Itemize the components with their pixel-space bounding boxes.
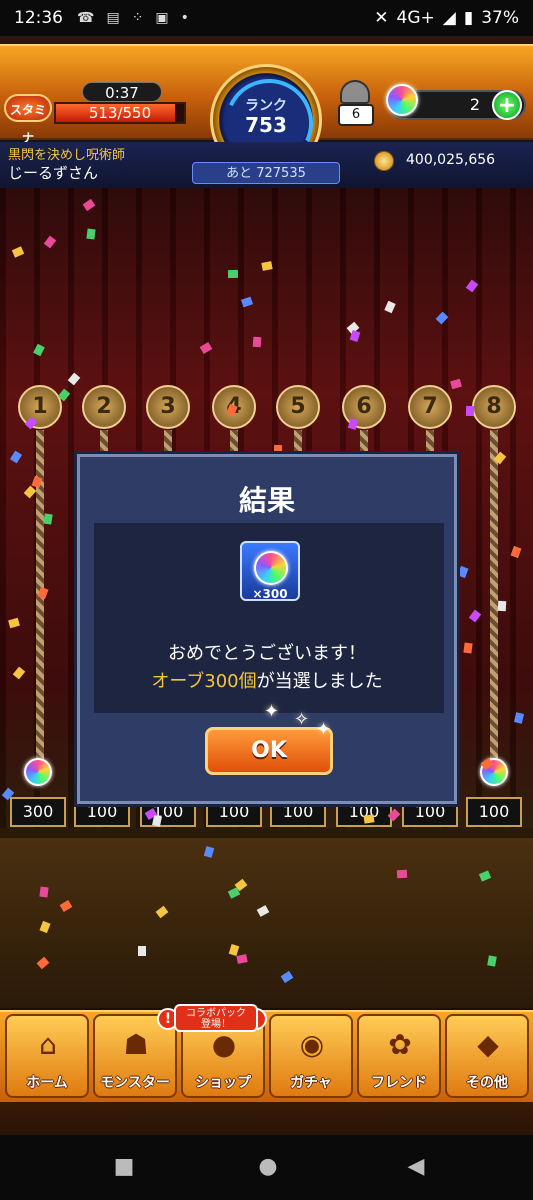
lamp-icon (340, 80, 370, 104)
photo-icon: ▣ (155, 10, 169, 26)
rank-next-exp: あと 727535 (192, 162, 340, 184)
nav-label: ホーム (26, 1075, 68, 1091)
lamp-item[interactable]: 6 (338, 80, 374, 126)
back-icon[interactable]: ◀ (404, 1155, 428, 1179)
app-root: 12:36 ☎ ▤ ⁘ ▣ • ✕ 4G+ ◢ ▮ 37% スタミナ 513/5… (0, 0, 533, 1200)
rank-value: 753 (245, 113, 287, 137)
battery-icon: ▮ (463, 8, 474, 28)
player-title: 黒閃を決めし呪術師 (8, 148, 126, 163)
stage-floor (0, 838, 533, 1008)
ok-button[interactable]: OK (205, 727, 333, 775)
rope (490, 430, 498, 780)
home-icon: ⌂ (39, 1028, 57, 1061)
number-ball: 5 (276, 385, 320, 429)
status-bar: 12:36 ☎ ▤ ⁘ ▣ • ✕ 4G+ ◢ ▮ 37% (0, 0, 533, 36)
nav-label: その他 (466, 1075, 508, 1091)
stamina-display[interactable]: スタミナ 513/550 0:37 (4, 82, 186, 145)
win-message: オーブ300個が当選しました (80, 667, 454, 693)
confetti-piece (252, 336, 262, 348)
sparkle-icon: ✦ (316, 719, 332, 740)
friend-icon: ✿ (388, 1028, 412, 1061)
confetti-piece (497, 600, 507, 612)
confetti-piece (138, 946, 146, 956)
stamina-bar: 513/550 (54, 102, 186, 124)
prize-plate: 300 (10, 797, 66, 827)
stamina-icon: スタミナ (4, 94, 52, 145)
confetti-piece (463, 642, 473, 654)
confetti-piece (86, 228, 96, 240)
system-navigation: ■ ● ◀ (0, 1135, 533, 1200)
battery-label: 37% (481, 8, 519, 28)
nav-item-3[interactable]: ◉ ガチャ (269, 1014, 353, 1098)
confetti-piece (39, 886, 49, 898)
recent-apps-icon[interactable]: ■ (112, 1155, 136, 1179)
confetti-piece (363, 814, 375, 824)
gold-value: 400,025,656 (406, 152, 496, 168)
prize-orb-icon (24, 758, 52, 786)
stamina-value: 513/550 (88, 104, 152, 122)
modal-title: 結果 (238, 484, 295, 517)
result-modal: 結果 ×300 おめでとうございます！ オーブ300個が当選しました OK ✦ … (77, 454, 457, 804)
confetti-piece (487, 955, 497, 967)
orb-reward-icon: ×300 (240, 541, 300, 601)
nav-item-0[interactable]: ⌂ ホーム (5, 1014, 89, 1098)
orb-icon (386, 84, 418, 116)
nav-label: モンスター (100, 1075, 170, 1091)
number-ball: 2 (82, 385, 126, 429)
dot-icon: • (180, 10, 189, 26)
confetti-piece (43, 513, 53, 525)
city-alert-icon: ▤ (106, 10, 120, 26)
nav-label: フレンド (371, 1075, 427, 1091)
confetti-piece (396, 869, 408, 879)
lamp-count: 6 (338, 104, 374, 126)
number-ball: 7 (408, 385, 452, 429)
monster-icon: ☗ (123, 1028, 149, 1061)
reward-quantity: ×300 (252, 587, 288, 601)
prize-plate: 100 (466, 797, 522, 827)
nav-label: ショップ (195, 1075, 251, 1091)
status-right: ✕ 4G+ ◢ ▮ 37% (374, 8, 519, 28)
sparkle-icon: ✧ (294, 709, 310, 730)
number-ball: 3 (146, 385, 190, 429)
collab-pack-badge[interactable]: コラボパック 登場！ (174, 1004, 258, 1032)
signal-icon: ◢ (442, 8, 456, 28)
mute-icon: ✕ (374, 8, 389, 28)
confetti-piece (465, 405, 475, 417)
rainbow-orb-icon (254, 551, 288, 585)
orb-count: 2 (469, 95, 480, 114)
nav-item-1[interactable]: ☗ モンスター! (93, 1008, 179, 1098)
rank-label: ランク (245, 98, 287, 114)
player-name: じーるずさん (8, 164, 99, 182)
sparkle-icon: ✦ (264, 701, 280, 722)
status-time: 12:36 (14, 8, 63, 28)
win-rest: が当選しました (256, 671, 383, 692)
missed-call-icon: ☎ (77, 10, 95, 26)
network-label: 4G+ (396, 8, 435, 28)
bottom-navigation: ⌂ホーム☗モンスター!●ショップ!◉ガチャ✿フレンド◆その他 コラボパック 登場… (0, 1004, 533, 1135)
add-orbs-button[interactable]: + (492, 90, 522, 120)
home-circle-icon[interactable]: ● (256, 1155, 280, 1179)
confetti-piece (227, 269, 239, 279)
nav-label: ガチャ (290, 1075, 332, 1091)
congrats-message: おめでとうございます！ (168, 643, 366, 664)
apps-icon: ⁘ (131, 10, 144, 26)
coin-icon (374, 151, 394, 171)
number-ball: 8 (472, 385, 516, 429)
win-highlight: オーブ300個 (151, 671, 257, 692)
nav-item-5[interactable]: ◆ その他 (445, 1014, 529, 1098)
gacha-icon: ◉ (299, 1028, 325, 1061)
stamina-timer: 0:37 (82, 82, 162, 102)
nav-item-4[interactable]: ✿ フレンド (357, 1014, 441, 1098)
other-icon: ◆ (477, 1028, 499, 1061)
